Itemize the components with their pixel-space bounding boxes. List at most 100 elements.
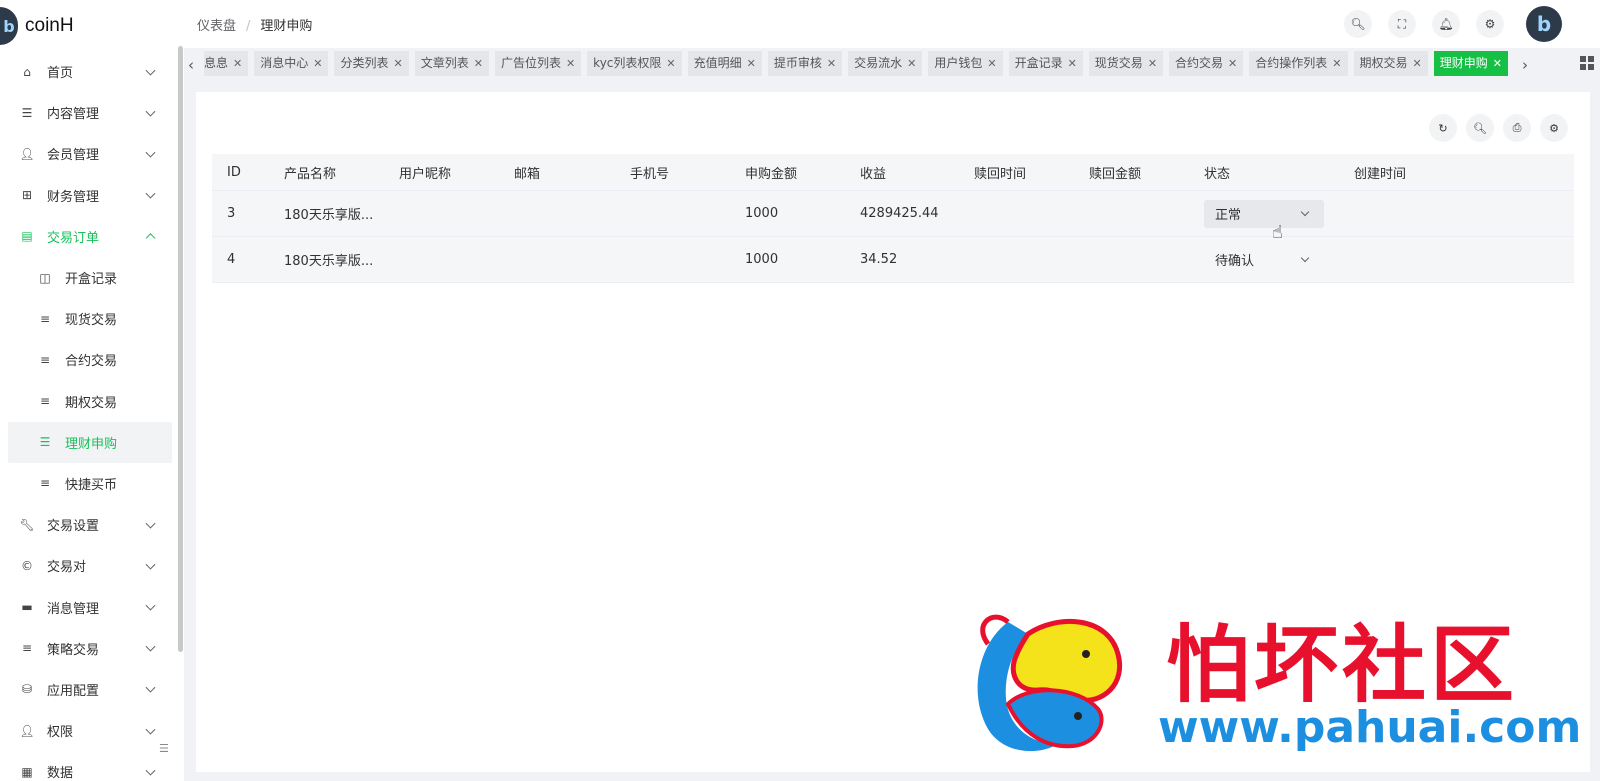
status-select[interactable]: 正常 xyxy=(1204,199,1324,228)
close-icon[interactable]: ✕ xyxy=(1228,57,1237,70)
logo[interactable]: b coinH xyxy=(0,4,74,48)
close-icon[interactable]: ✕ xyxy=(233,57,242,70)
col-email[interactable]: 邮箱 xyxy=(514,154,540,190)
table-row[interactable]: 3 180天乐享版... 1000 4289425.44 正常 xyxy=(212,191,1574,237)
sidebar-scrollbar[interactable] xyxy=(178,46,183,652)
sidebar-item[interactable]: ≡ 合约交易 xyxy=(0,339,176,380)
sidebar-item-label: 理财申购 xyxy=(65,436,118,452)
sidebar-item[interactable]: ▬ 消息管理 xyxy=(0,586,176,627)
refresh-icon[interactable]: ↻ xyxy=(1429,114,1457,142)
col-product[interactable]: 产品名称 xyxy=(284,154,336,190)
tab[interactable]: 现货交易 ✕ xyxy=(1088,51,1164,76)
close-icon[interactable]: ✕ xyxy=(566,57,575,70)
close-icon[interactable]: ✕ xyxy=(987,57,996,70)
close-icon[interactable]: ✕ xyxy=(1148,57,1157,70)
tab[interactable]: 息息 ✕ xyxy=(204,51,249,76)
sidebar-item-label: 交易对 xyxy=(47,560,87,576)
sidebar-item[interactable]: ▦ 数据 xyxy=(0,751,176,781)
print-icon[interactable]: ⎙ xyxy=(1503,114,1531,142)
sidebar-item[interactable]: ◫ 开盒记录 xyxy=(0,257,176,298)
fullscreen-icon[interactable]: ⛶ xyxy=(1388,10,1416,38)
sidebar-item[interactable]: ≡ 期权交易 xyxy=(0,381,176,422)
close-icon[interactable]: ✕ xyxy=(474,57,483,70)
avatar[interactable]: b xyxy=(1526,6,1562,42)
sidebar-item[interactable]: 👤︎ 会员管理 xyxy=(0,133,176,174)
sidebar-item[interactable]: ≡ 现货交易 xyxy=(0,298,176,339)
close-icon[interactable]: ✕ xyxy=(666,57,675,70)
close-icon[interactable]: ✕ xyxy=(1068,57,1077,70)
settings-icon[interactable]: ⚙ xyxy=(1540,114,1568,142)
tab[interactable]: 充值明细 ✕ xyxy=(687,51,762,76)
sidebar-item-label: 应用配置 xyxy=(47,683,100,699)
tab[interactable]: 理财申购 ✕ xyxy=(1433,51,1508,76)
user-icon: 👤︎ xyxy=(19,146,35,161)
tab[interactable]: 开盒记录 ✕ xyxy=(1008,51,1083,76)
order-icon: ▤ xyxy=(21,229,33,244)
tab[interactable]: 消息中心 ✕ xyxy=(254,51,329,76)
status-select-value: 待确认 xyxy=(1215,254,1255,269)
close-icon[interactable]: ✕ xyxy=(393,57,402,70)
tab[interactable]: 期权交易 ✕ xyxy=(1353,51,1428,76)
sidebar-item[interactable]: ☰ 理财申购 xyxy=(8,421,172,463)
sidebar-item[interactable]: ⊞ 财务管理 xyxy=(0,175,176,216)
home-icon: ⌂ xyxy=(23,64,31,79)
tab-label: 期权交易 xyxy=(1359,56,1408,70)
sidebar-item[interactable]: ▤ 交易订单 xyxy=(0,216,176,257)
sidebar-item[interactable]: ⌂ 首页 xyxy=(0,51,176,92)
bell-icon[interactable]: 🔔︎ xyxy=(1432,10,1460,38)
gear-icon[interactable]: ⚙ xyxy=(1476,10,1504,38)
search-icon[interactable]: 🔍︎ xyxy=(1466,114,1494,142)
sidebar-item[interactable]: ≡ 策略交易 xyxy=(0,628,176,669)
col-nickname[interactable]: 用户昵称 xyxy=(399,154,451,190)
close-icon[interactable]: ✕ xyxy=(1413,57,1422,70)
sidebar: b coinH ⌂ 首页 ☰ 内容管理 👤︎ 会员管理 ⊞ 财务管理 ▤ 交易订单 ◫ 开盒记录 ≡ 现货… xyxy=(0,0,184,781)
tab[interactable]: 合约交易 ✕ xyxy=(1169,51,1244,76)
chevron-down-icon xyxy=(1300,253,1310,262)
tab[interactable]: 交易流水 ✕ xyxy=(848,51,923,76)
col-created[interactable]: 创建时间 xyxy=(1354,154,1406,190)
table-toolbar: ↻ 🔍︎ ⎙ ⚙ xyxy=(1428,114,1568,142)
close-icon[interactable]: ✕ xyxy=(313,57,322,70)
col-id[interactable]: ID xyxy=(227,154,241,190)
col-phone[interactable]: 手机号 xyxy=(630,154,669,190)
close-icon[interactable]: ✕ xyxy=(907,57,916,70)
close-icon[interactable]: ✕ xyxy=(827,57,836,70)
tab[interactable]: 合约操作列表 ✕ xyxy=(1249,51,1348,76)
tab-label: 交易流水 xyxy=(854,56,903,70)
col-status[interactable]: 状态 xyxy=(1204,154,1230,190)
tab[interactable]: 分类列表 ✕ xyxy=(334,51,409,76)
cell-product: 180天乐享版... xyxy=(284,254,374,269)
sidebar-item[interactable]: ⛁ 应用配置 xyxy=(0,669,176,710)
col-amount[interactable]: 申购金额 xyxy=(745,154,797,190)
grid-menu-icon[interactable] xyxy=(1580,56,1594,70)
sidebar-item[interactable]: ☰ 内容管理 xyxy=(0,92,176,133)
col-income[interactable]: 收益 xyxy=(860,154,886,190)
tabs-scroll-left-icon[interactable]: ‹ xyxy=(188,56,194,74)
tab[interactable]: 广告位列表 ✕ xyxy=(494,51,582,76)
database-icon: ⛁ xyxy=(21,682,33,697)
breadcrumb-dashboard[interactable]: 仪表盘 xyxy=(197,19,236,34)
table-row[interactable]: 4 180天乐享版... 1000 34.52 待确认 xyxy=(212,237,1574,283)
sidebar-item[interactable]: 🔧︎ 交易设置 xyxy=(0,504,176,545)
search-icon[interactable]: 🔍︎ xyxy=(1344,10,1372,38)
sidebar-item[interactable]: ≡ 快捷买币 xyxy=(0,463,176,504)
sidebar-item[interactable]: © 交易对 xyxy=(0,545,176,586)
sidebar-item-label: 数据 xyxy=(47,766,74,781)
copyright-icon: © xyxy=(21,558,33,573)
col-redeem-time[interactable]: 赎回时间 xyxy=(974,154,1026,190)
col-redeem-amount[interactable]: 赎回金额 xyxy=(1089,154,1141,190)
close-icon[interactable]: ✕ xyxy=(747,57,756,70)
tab[interactable]: 文章列表 ✕ xyxy=(414,51,489,76)
wrench-icon: 🔧︎ xyxy=(19,517,35,532)
close-icon[interactable]: ✕ xyxy=(1332,57,1341,70)
status-select[interactable]: 待确认 xyxy=(1204,246,1324,274)
tab[interactable]: kyc列表权限 ✕ xyxy=(587,51,682,76)
tab[interactable]: 提币审核 ✕ xyxy=(767,51,843,76)
chevron-down-icon xyxy=(145,147,156,158)
table-header: ID 产品名称 用户昵称 邮箱 手机号 申购金额 收益 赎回时间 赎回金额 状态… xyxy=(212,154,1574,191)
sidebar-item[interactable]: 👤︎ 权限 xyxy=(0,710,176,751)
tab[interactable]: 用户钱包 ✕ xyxy=(928,51,1003,76)
collapse-sidebar-icon[interactable]: ☰ xyxy=(159,742,169,755)
tabs-scroll-right-icon[interactable]: › xyxy=(1522,56,1528,74)
close-icon[interactable]: ✕ xyxy=(1493,57,1502,70)
